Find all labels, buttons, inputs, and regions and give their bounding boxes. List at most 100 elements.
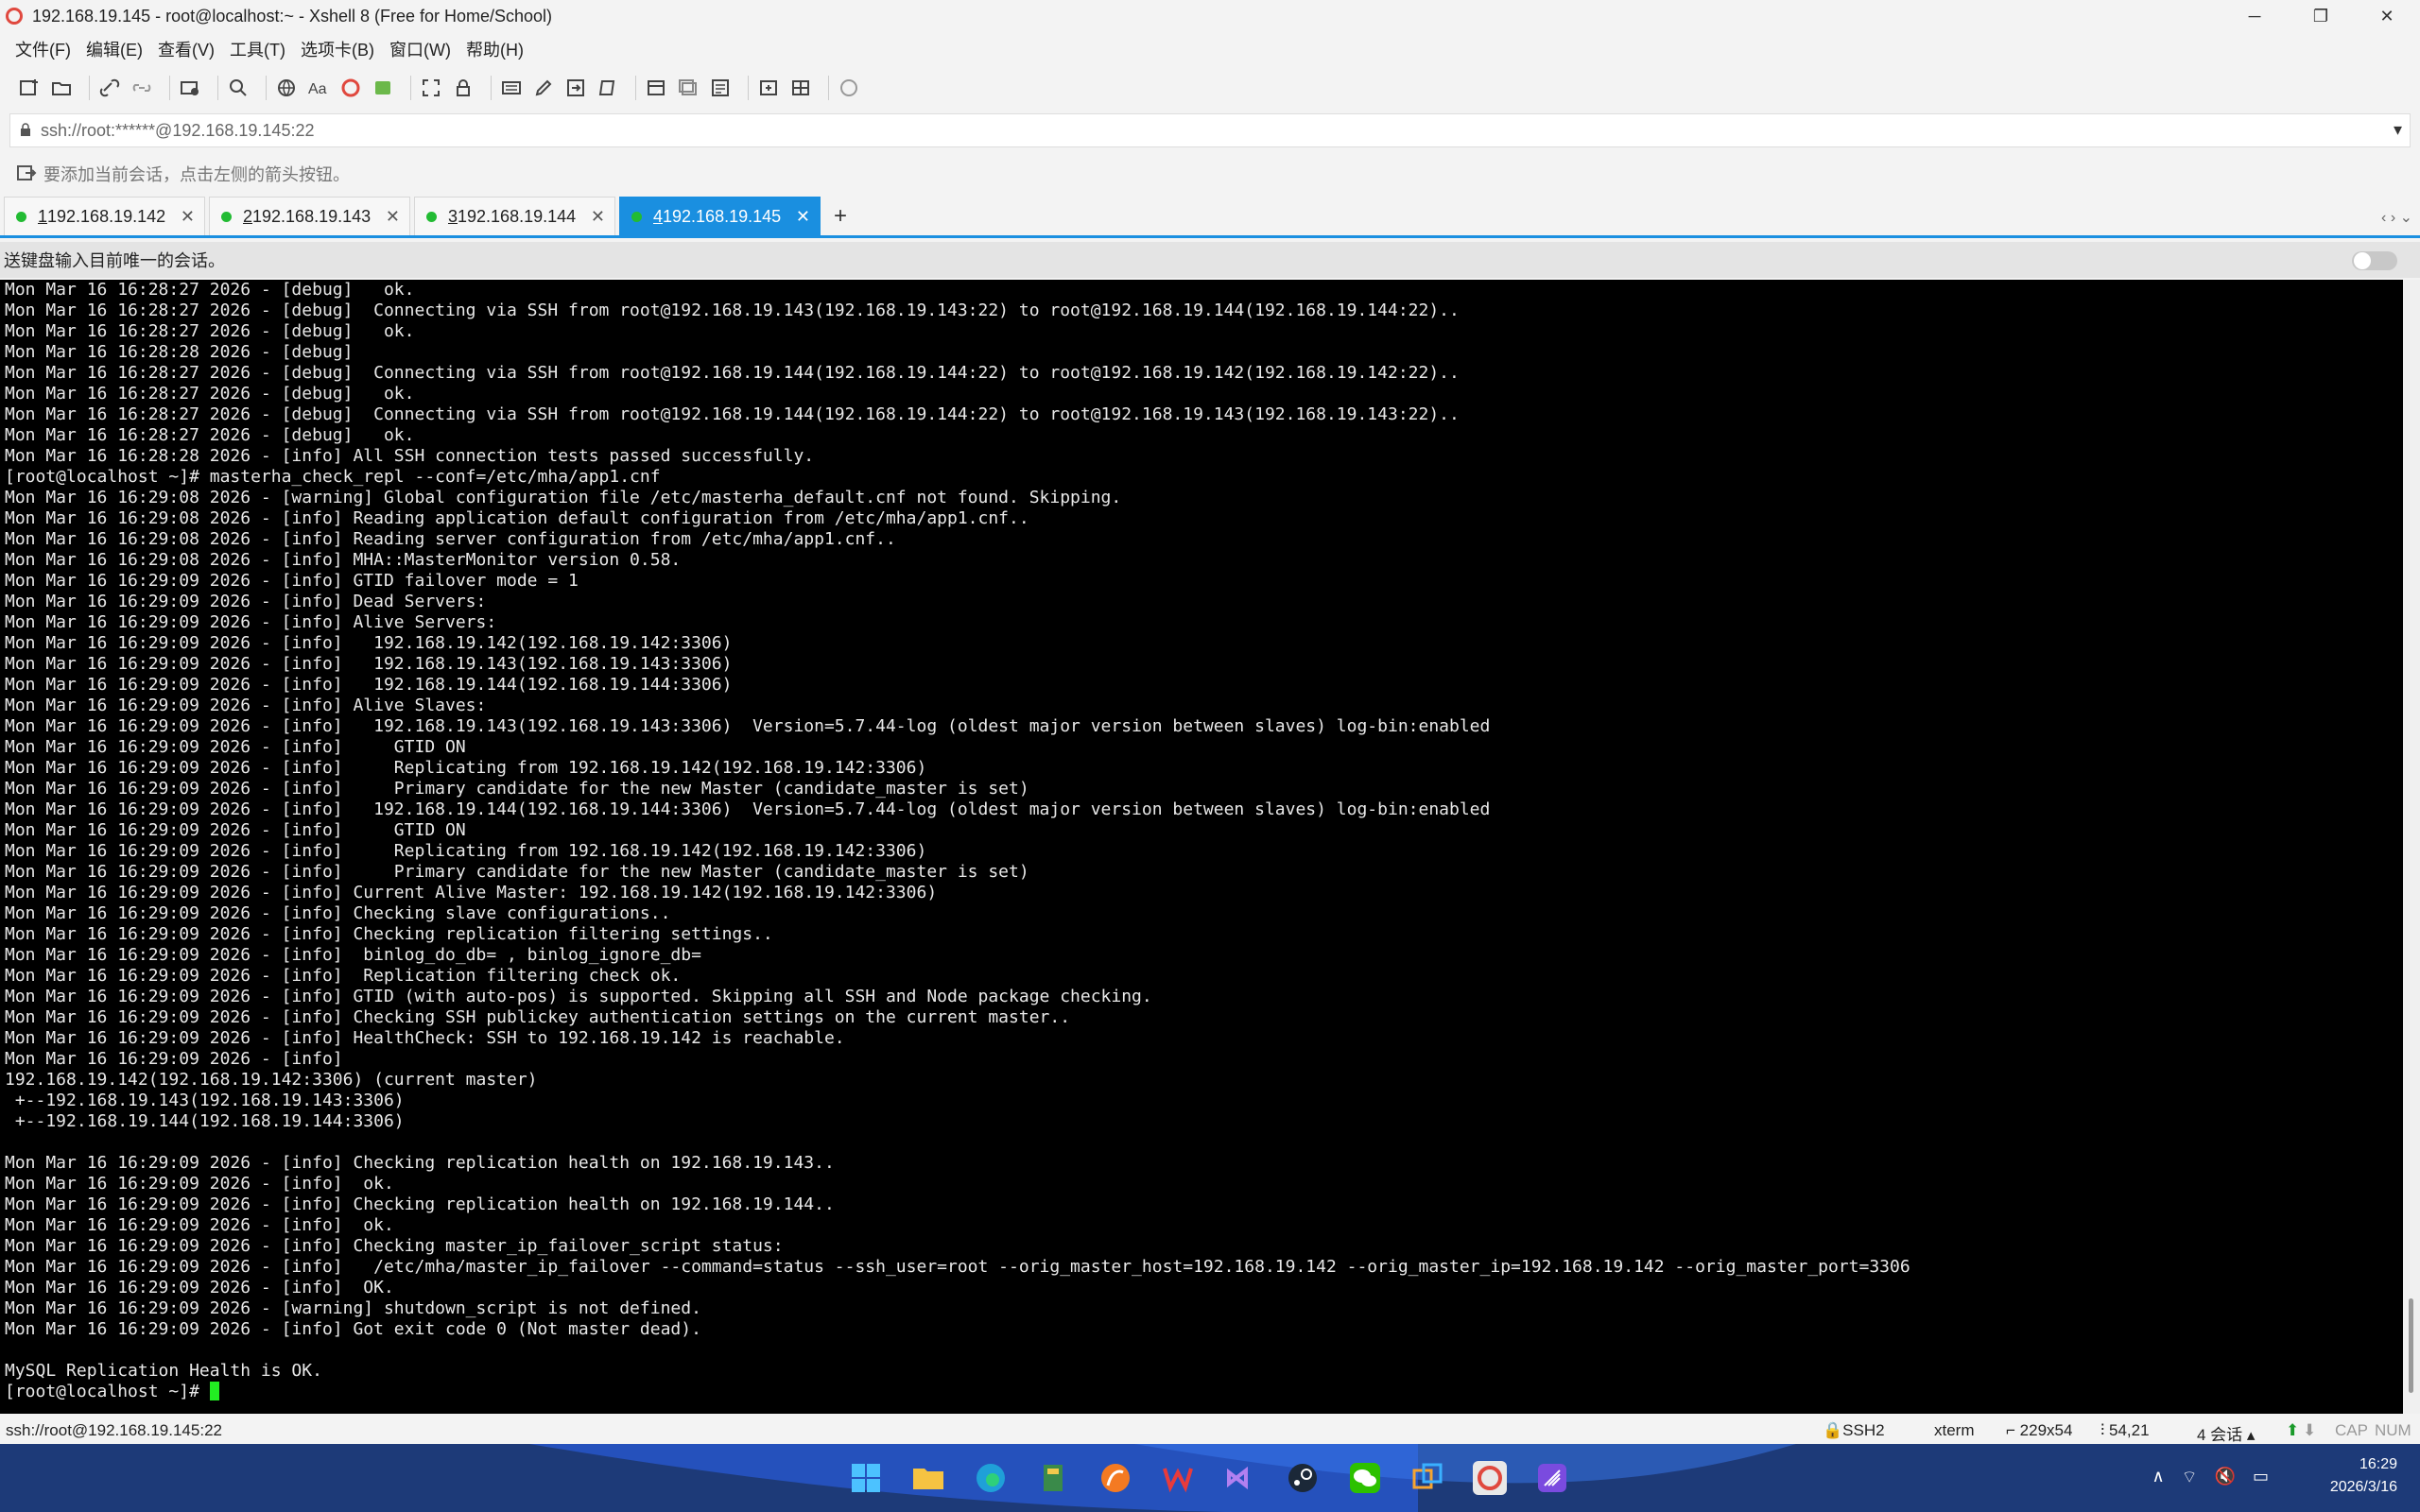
new-tab-icon[interactable] [644,76,668,100]
terminal-line: Mon Mar 16 16:29:09 2026 - [info] Checki… [5,1236,784,1256]
windows-start-icon[interactable] [849,1461,883,1495]
status-sessions[interactable]: 4 会话 ▴ [2197,1421,2255,1445]
terminal-line: Mon Mar 16 16:29:08 2026 - [info] Readin… [5,508,1029,528]
toolbar-divider [828,76,829,100]
xftp-icon[interactable] [338,76,363,100]
tab-session-1[interactable]: 1 192.168.19.142 ✕ [4,197,205,235]
close-button[interactable]: ✕ [2354,0,2420,32]
terminal-prompt-line[interactable]: [root@localhost ~]# [5,1382,2403,1402]
close-tab-icon[interactable]: ✕ [591,207,605,227]
script-icon[interactable] [596,76,620,100]
xagent-icon[interactable] [371,76,395,100]
speaker-muted-icon[interactable]: 🔇 [2215,1467,2236,1488]
terminal-line: Mon Mar 16 16:29:09 2026 - [info] OK. [5,1278,394,1297]
minimize-button[interactable]: ─ [2221,0,2288,32]
session-tab-bar: 1 192.168.19.142 ✕ 2 192.168.19.143 ✕ 3 … [0,197,2420,238]
menu-edit[interactable]: 编辑(E) [86,37,143,61]
lock-icon[interactable] [451,76,475,100]
wifi-icon[interactable]: ⌔ [2182,1467,2198,1488]
terminal-line: Mon Mar 16 16:29:08 2026 - [info] MHA::M… [5,550,682,570]
tab-session-4[interactable]: 4 192.168.19.145 ✕ [619,197,821,235]
status-protocol-text: SSH2 [1842,1421,1885,1439]
app-purple-icon[interactable] [1535,1461,1569,1495]
app-window-icon[interactable] [1410,1461,1444,1495]
wechat-icon[interactable] [1348,1461,1382,1495]
app-orange-icon[interactable] [1098,1461,1132,1495]
connected-status-icon [16,211,26,222]
menu-tools[interactable]: 工具(T) [230,37,285,61]
reconnect-icon[interactable] [178,76,202,100]
search-icon[interactable] [226,76,251,100]
terminal-line: Mon Mar 16 16:29:09 2026 - [info] Checki… [5,903,671,923]
keyboard-icon[interactable] [499,76,524,100]
address-bar[interactable]: ssh://root:******@192.168.19.145:22 ▾ [9,113,2411,147]
tab-session-3[interactable]: 3 192.168.19.144 ✕ [414,197,615,235]
title-bar: 192.168.19.145 - root@localhost:~ - Xshe… [0,0,2420,32]
maximize-button[interactable]: ❐ [2288,0,2354,32]
duplicate-tab-icon[interactable] [676,76,700,100]
notes-icon[interactable] [708,76,733,100]
terminal-line: Mon Mar 16 16:29:09 2026 - [warning] shu… [5,1298,701,1318]
wps-office-icon[interactable] [1161,1461,1195,1495]
app-green-icon[interactable] [1036,1461,1070,1495]
terminal-scrollbar[interactable] [2403,280,2420,1414]
close-tab-icon[interactable]: ✕ [181,207,195,227]
menu-help[interactable]: 帮助(H) [466,37,524,61]
new-session-icon[interactable] [17,76,42,100]
compose-icon[interactable] [531,76,556,100]
transfer-icon[interactable] [563,76,588,100]
scrollbar-thumb[interactable] [2409,1298,2413,1393]
terminal-line: Mon Mar 16 16:29:09 2026 - [info] 192.16… [5,633,733,653]
toolbar-divider [89,76,90,100]
layout-icon[interactable] [788,76,813,100]
globe-icon[interactable] [274,76,299,100]
terminal-line: Mon Mar 16 16:29:09 2026 - [info] Primar… [5,779,1029,799]
tab-session-2[interactable]: 2 192.168.19.143 ✕ [209,197,410,235]
chat-icon[interactable] [837,76,861,100]
terminal-line: Mon Mar 16 16:29:08 2026 - [warning] Glo… [5,488,1122,507]
menu-window[interactable]: 窗口(W) [389,37,451,61]
connect-link-icon[interactable] [97,76,122,100]
steam-icon[interactable] [1286,1461,1320,1495]
fullscreen-icon[interactable] [419,76,443,100]
toolbar-divider [169,76,170,100]
address-dropdown-button[interactable]: ▾ [2394,120,2402,140]
menu-tabs[interactable]: 选项卡(B) [301,37,374,61]
toolbar-divider [491,76,492,100]
menu-view[interactable]: 查看(V) [158,37,215,61]
terminal-line: Mon Mar 16 16:29:09 2026 - [info] Primar… [5,862,1029,882]
visual-studio-icon[interactable] [1223,1461,1257,1495]
compose-toggle[interactable] [2352,251,2397,270]
tab-navigation-arrows[interactable]: ‹ › ⌄ [2381,208,2412,227]
edge-browser-icon[interactable] [974,1461,1008,1495]
status-bar: ssh://root@192.168.19.145:22 🔒SSH2 xterm… [0,1414,2420,1444]
file-explorer-icon[interactable] [911,1461,945,1495]
xshell-taskbar-icon[interactable] [1473,1461,1507,1495]
add-session-arrow-icon[interactable] [17,164,38,183]
status-size: ⌐ 229x54 [2006,1421,2073,1439]
status-cursor-text: 54,21 [2108,1421,2150,1439]
terminal-area[interactable]: Mon Mar 16 16:28:27 2026 - [debug] ok. Mo… [0,280,2403,1414]
terminal-line: Mon Mar 16 16:28:27 2026 - [debug] Conne… [5,363,1460,383]
battery-icon[interactable]: ▭ [2253,1467,2269,1488]
shell-prompt: [root@localhost ~]# [5,1382,210,1401]
add-session-icon[interactable] [756,76,781,100]
session-hint-text: 要添加当前会话，点击左侧的箭头按钮。 [43,165,350,184]
tab-number: 2 [243,206,253,226]
menu-file[interactable]: 文件(F) [15,37,71,61]
terminal-line: Mon Mar 16 16:29:09 2026 - [info] GTID (… [5,987,1152,1006]
open-folder-icon[interactable] [49,76,74,100]
font-icon[interactable]: Aa [306,76,331,100]
taskbar-clock[interactable]: 16:29 2026/3/16 [2330,1453,2397,1499]
close-tab-icon[interactable]: ✕ [386,207,400,227]
terminal-line: Mon Mar 16 16:29:09 2026 - [info] Got ex… [5,1319,701,1339]
show-hidden-icons-icon[interactable]: ∧ [2152,1467,2164,1488]
disconnect-link-icon[interactable] [130,76,154,100]
add-tab-button[interactable]: + [826,197,855,235]
address-input[interactable]: ssh://root:******@192.168.19.145:22 [41,121,314,141]
terminal-line: Mon Mar 16 16:29:09 2026 - [info] Alive … [5,696,487,715]
terminal-line: +--192.168.19.144(192.168.19.144:3306) [5,1111,405,1131]
close-tab-icon[interactable]: ✕ [796,207,810,227]
